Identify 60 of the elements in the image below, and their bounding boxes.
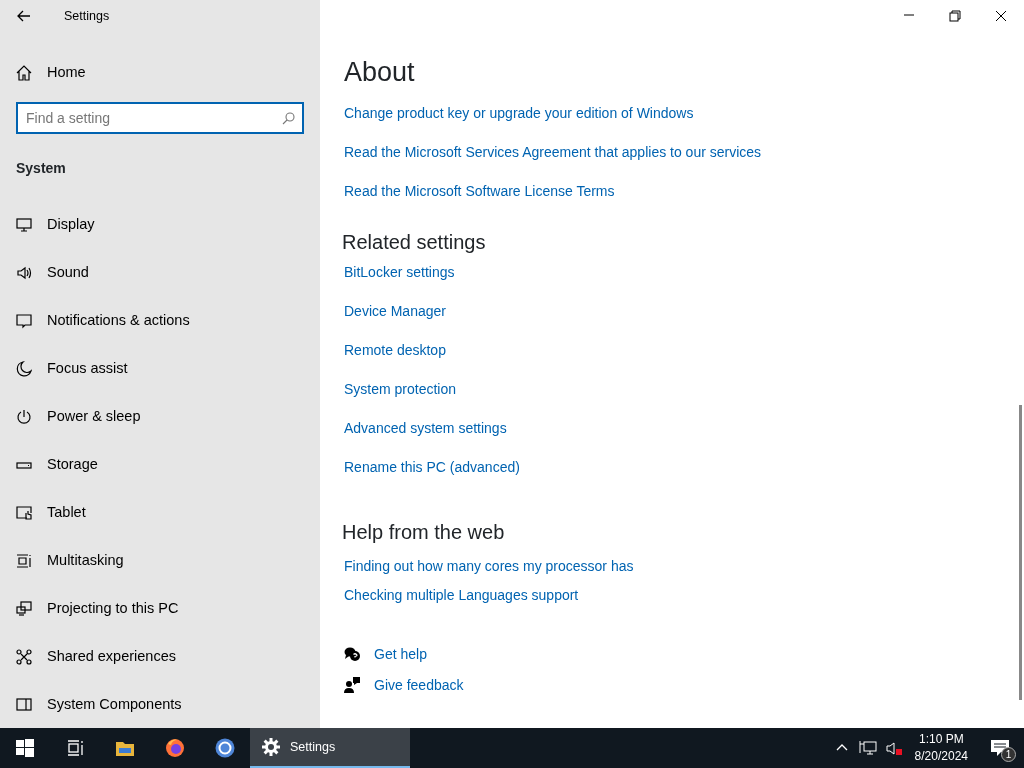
taskbar-app[interactable]: Settings bbox=[250, 728, 410, 768]
link[interactable]: Get help bbox=[374, 644, 427, 664]
projector-icon bbox=[16, 601, 32, 617]
message-icon bbox=[16, 313, 32, 329]
network-icon bbox=[858, 739, 877, 757]
multitask-icon bbox=[16, 553, 32, 569]
fox-browser-icon bbox=[165, 738, 185, 758]
close-icon bbox=[995, 10, 1007, 22]
link[interactable]: Device Manager bbox=[344, 301, 446, 321]
sidebar-item[interactable]: Projecting to this PC bbox=[0, 585, 320, 633]
link[interactable]: Rename this PC (advanced) bbox=[344, 457, 520, 477]
notification-count: 1 bbox=[1001, 747, 1016, 762]
home-link[interactable]: Home bbox=[0, 52, 102, 94]
section-heading: Help from the web bbox=[342, 520, 506, 545]
sidebar-item[interactable]: System Components bbox=[0, 681, 320, 729]
link[interactable]: Read the Microsoft Software License Terms bbox=[344, 181, 615, 201]
link[interactable]: Remote desktop bbox=[344, 340, 446, 360]
search-field[interactable]: Find a setting bbox=[16, 102, 304, 134]
notification-button[interactable]: 1 bbox=[976, 728, 1024, 768]
task-view-icon bbox=[65, 738, 85, 758]
display-icon bbox=[16, 217, 32, 233]
sidebar-item[interactable]: Storage bbox=[0, 441, 320, 489]
muted-speaker-icon bbox=[884, 739, 903, 757]
section-heading: Related settings bbox=[342, 230, 487, 255]
moon-icon bbox=[16, 361, 32, 377]
link[interactable]: Advanced system settings bbox=[344, 418, 507, 438]
sidebar-item[interactable]: Sound bbox=[0, 249, 320, 297]
sidebar-item[interactable]: Display bbox=[0, 201, 320, 249]
scrollbar-thumb[interactable] bbox=[1019, 405, 1022, 700]
section-heading: System bbox=[15, 159, 67, 178]
windows-start-icon bbox=[15, 738, 35, 758]
link[interactable]: System protection bbox=[344, 379, 457, 399]
person-feedback-icon bbox=[344, 677, 360, 693]
clock[interactable]: 1:10 PM 8/20/2024 bbox=[906, 731, 976, 765]
link[interactable]: Give feedback bbox=[374, 675, 464, 695]
link[interactable]: Read the Microsoft Services Agreement that applies to our services bbox=[344, 142, 762, 162]
network-nodes-icon bbox=[16, 649, 32, 665]
link[interactable]: Finding out how many cores my processor has bbox=[344, 556, 634, 576]
window-title: Settings bbox=[64, 7, 110, 25]
tablet-icon bbox=[16, 505, 32, 521]
link[interactable]: BitLocker settings bbox=[344, 262, 455, 282]
panel-icon bbox=[16, 697, 32, 713]
help-chat-icon bbox=[344, 646, 360, 662]
speaker-icon bbox=[16, 265, 32, 281]
sidebar-item[interactable]: Power & sleep bbox=[0, 393, 320, 441]
link[interactable]: Change product key or upgrade your edition of Windows bbox=[344, 103, 694, 123]
power-icon bbox=[16, 409, 32, 425]
home-icon bbox=[16, 65, 32, 81]
back-arrow-icon bbox=[17, 10, 31, 22]
search-icon bbox=[282, 112, 295, 125]
browser-icon bbox=[215, 738, 235, 758]
gear-icon bbox=[262, 738, 280, 756]
page-title: About bbox=[344, 56, 416, 89]
sidebar-item[interactable]: Notifications & actions bbox=[0, 297, 320, 345]
sidebar-item[interactable]: Tablet bbox=[0, 489, 320, 537]
restore-icon bbox=[949, 10, 961, 22]
sidebar-item[interactable]: Focus assist bbox=[0, 345, 320, 393]
sidebar-item[interactable]: Shared experiences bbox=[0, 633, 320, 681]
sidebar-item[interactable]: Multitasking bbox=[0, 537, 320, 585]
link[interactable]: Checking multiple Languages support bbox=[344, 585, 579, 605]
